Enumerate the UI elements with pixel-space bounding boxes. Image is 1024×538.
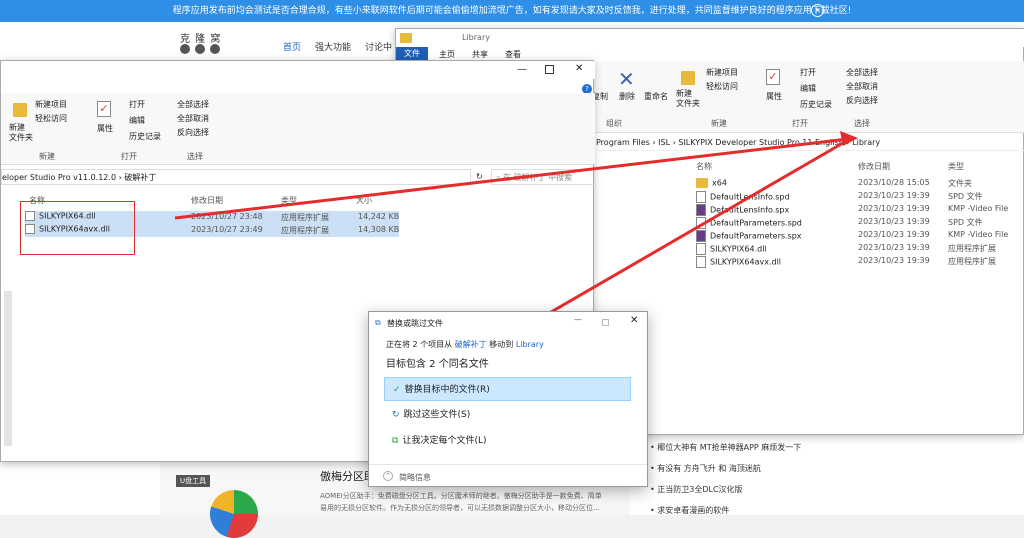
skip-icon: ↻ <box>392 410 400 420</box>
source-link[interactable]: 破解补丁 <box>455 340 487 349</box>
skip-option[interactable]: ↻ 跳过这些文件(S) <box>384 403 631 427</box>
compare-icon: ⧉ <box>392 436 399 446</box>
check-icon: ✓ <box>393 385 401 395</box>
transfer-info: 正在将 2 个项目从 破解补丁 移动到 Library <box>386 340 544 349</box>
maximize-button[interactable] <box>602 319 609 326</box>
decide-option[interactable]: ⧉ 让我决定每个文件(L) <box>384 429 631 453</box>
collapse-icon[interactable]: ⌃ <box>383 471 393 481</box>
minimize-button[interactable]: — <box>574 315 582 324</box>
dialog-title: 替换或跳过文件 <box>387 319 443 328</box>
divider <box>369 464 647 465</box>
replace-dialog: ⧉ 替换或跳过文件 — ✕ 正在将 2 个项目从 破解补丁 移动到 Librar… <box>368 311 648 487</box>
close-button[interactable]: ✕ <box>630 315 638 326</box>
details-toggle[interactable]: 简略信息 <box>399 472 431 483</box>
dialog-heading: 目标包含 2 个同名文件 <box>386 359 489 370</box>
destination-link[interactable]: Library <box>516 340 544 349</box>
replace-option[interactable]: ✓ 替换目标中的文件(R) <box>384 377 631 401</box>
arrow-to-library <box>174 137 849 220</box>
copy-icon: ⧉ <box>375 318 381 327</box>
